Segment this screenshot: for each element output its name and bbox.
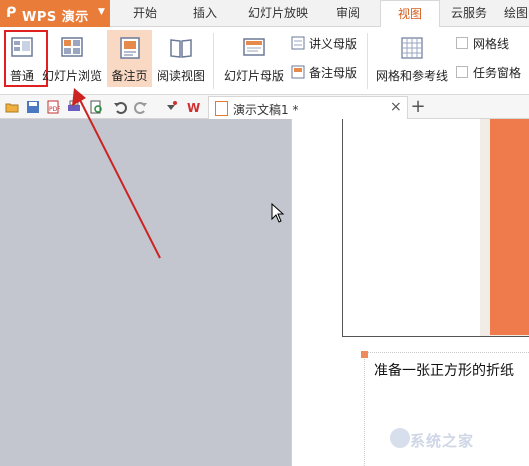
close-tab-icon[interactable]: × [390, 99, 402, 115]
wps-logo-icon: ᑭ [6, 5, 17, 21]
handout-icon [291, 36, 305, 50]
notes-page-button[interactable]: 备注页 [107, 30, 152, 87]
watermark-text: 系统之家 [410, 432, 475, 450]
tab-view[interactable]: 视图 [380, 0, 440, 29]
mouse-cursor-icon [271, 203, 285, 223]
open-folder-icon[interactable] [5, 100, 19, 114]
reading-view-button[interactable]: 阅读视图 [156, 30, 206, 87]
task-pane-checkbox[interactable]: 任务窗格 [456, 64, 521, 81]
svg-text:W: W [187, 101, 200, 114]
slide-sorter-button[interactable]: 幻灯片浏览 [42, 30, 102, 87]
grid-icon [401, 37, 423, 59]
document-tab-title: 演示文稿1 * [233, 103, 299, 117]
notes-master-label: 备注母版 [309, 66, 358, 80]
svg-text:PDF: PDF [49, 106, 60, 113]
new-tab-button[interactable]: + [410, 96, 426, 118]
annotation-arrow [72, 88, 161, 259]
task-pane-label: 任务窗格 [473, 66, 522, 80]
ribbon-separator [213, 33, 214, 89]
notes-master-button[interactable]: 备注母版 [291, 64, 357, 81]
handout-master-label: 讲义母版 [309, 37, 358, 51]
save-icon[interactable] [26, 100, 40, 114]
wps-brand-icon[interactable]: W [187, 100, 201, 114]
notes-master-icon [291, 65, 305, 79]
tab-insert[interactable]: 插入 [182, 0, 228, 27]
checkbox-unchecked-icon [456, 66, 468, 78]
notes-text[interactable]: 准备一张正方形的折纸 [374, 360, 514, 380]
ribbon-separator [367, 33, 368, 89]
watermark-logo-icon [390, 428, 410, 448]
tab-draw[interactable]: 绘图 [504, 0, 529, 27]
handout-master-button[interactable]: 讲义母版 [291, 35, 357, 52]
gridlines-checkbox[interactable]: 网格线 [456, 35, 509, 52]
tab-slideshow[interactable]: 幻灯片放映 [240, 0, 316, 27]
orange-paper-image [490, 119, 529, 335]
presentation-file-icon [215, 101, 228, 116]
document-tab[interactable]: 演示文稿1 * × [208, 96, 408, 119]
grid-guides-label: 网格和参考线 [375, 69, 448, 83]
slide-master-label: 幻灯片母版 [223, 69, 284, 83]
resize-handle[interactable] [361, 351, 368, 358]
grid-guides-button[interactable]: 网格和参考线 [374, 30, 450, 87]
app-menu-button[interactable]: ᑭ WPS 演示 ▼ [0, 0, 110, 27]
tab-start[interactable]: 开始 [122, 0, 168, 27]
app-name: WPS 演示 [22, 10, 89, 25]
slide-master-button[interactable]: 幻灯片母版 [222, 30, 286, 87]
export-pdf-icon[interactable]: PDF [46, 100, 60, 114]
gridlines-label: 网格线 [473, 37, 510, 51]
slide-master-icon [243, 38, 265, 56]
chevron-down-icon: ▼ [98, 7, 105, 17]
tab-review[interactable]: 审阅 [325, 0, 371, 27]
tab-cloud[interactable]: 云服务 [446, 0, 492, 27]
book-icon [170, 39, 192, 58]
slide-sorter-icon [61, 37, 83, 57]
notes-page-icon [119, 37, 140, 59]
checkbox-unchecked-icon [456, 37, 468, 49]
